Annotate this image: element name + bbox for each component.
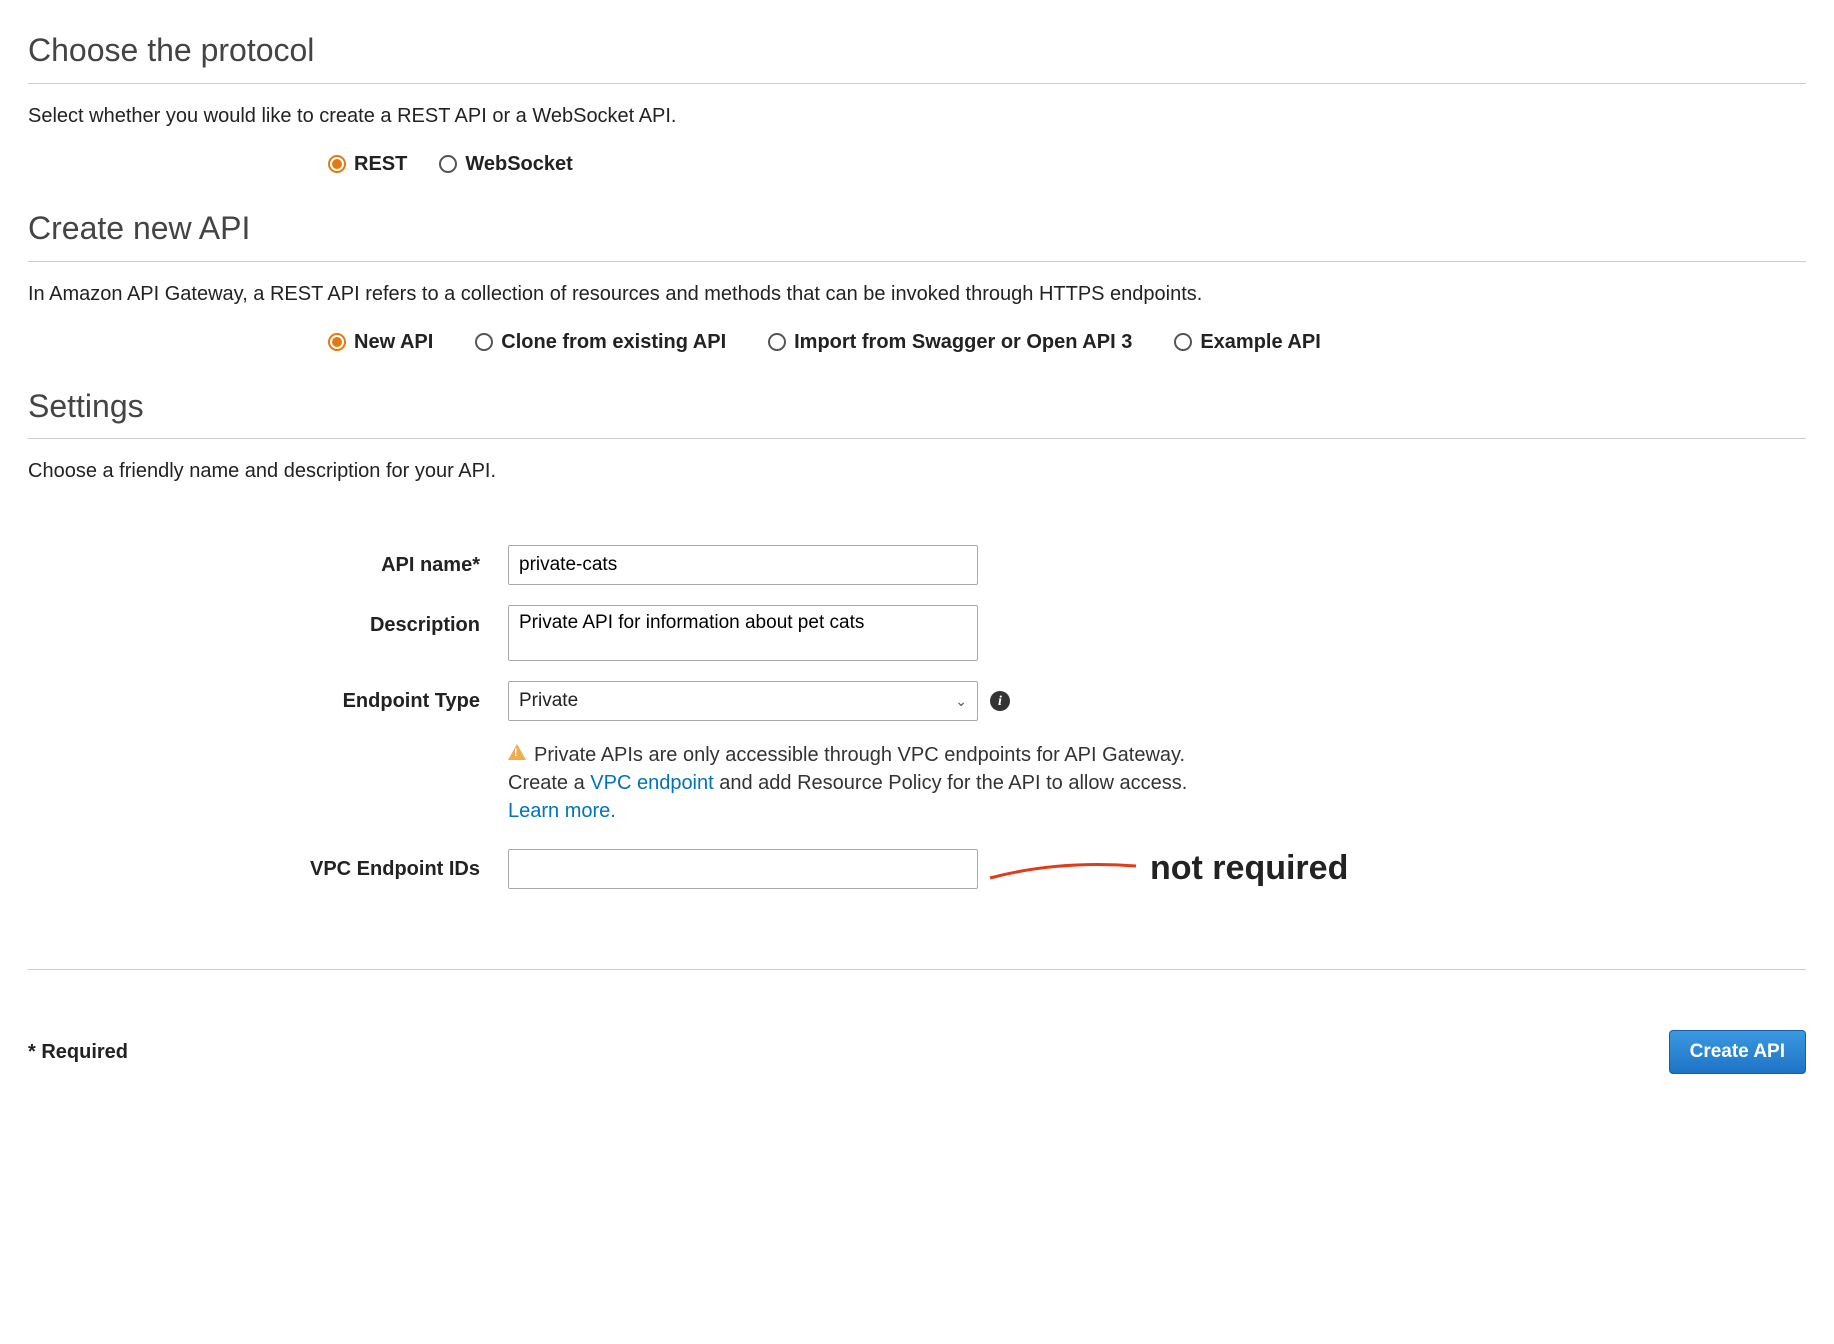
vpc-endpoint-ids-input[interactable] <box>508 849 978 889</box>
radio-websocket-label: WebSocket <box>465 150 572 178</box>
endpoint-type-value: Private <box>519 688 578 715</box>
radio-rest-label: REST <box>354 150 407 178</box>
radio-websocket[interactable]: WebSocket <box>439 150 572 178</box>
vpc-endpoint-link[interactable]: VPC endpoint <box>590 772 713 794</box>
warning-text-2a: Create a <box>508 772 590 794</box>
divider <box>28 83 1806 84</box>
radio-icon <box>328 155 346 173</box>
api-name-input[interactable] <box>508 545 978 585</box>
divider <box>28 438 1806 439</box>
divider <box>28 969 1806 970</box>
radio-clone-label: Clone from existing API <box>501 328 726 356</box>
radio-import-label: Import from Swagger or Open API 3 <box>794 328 1132 356</box>
radio-icon <box>328 333 346 351</box>
warning-text-2b: and add Resource Policy for the API to a… <box>714 772 1188 794</box>
required-note: * Required <box>28 1038 128 1066</box>
annotation-arrow-icon <box>988 854 1138 884</box>
annotation-text: not required <box>1150 845 1348 893</box>
label-vpc-endpoint-ids: VPC Endpoint IDs <box>28 849 508 883</box>
radio-icon <box>439 155 457 173</box>
protocol-desc: Select whether you would like to create … <box>28 102 1806 130</box>
radio-example[interactable]: Example API <box>1174 328 1320 356</box>
annotation: not required <box>988 845 1348 893</box>
learn-more-link[interactable]: Learn more. <box>508 800 616 822</box>
chevron-down-icon: ⌄ <box>955 692 967 712</box>
footer: * Required Create API <box>28 1030 1806 1074</box>
settings-heading: Settings <box>28 384 1806 429</box>
endpoint-warning: Private APIs are only accessible through… <box>508 741 1328 825</box>
settings-desc: Choose a friendly name and description f… <box>28 457 1806 485</box>
row-endpoint-type: Endpoint Type Private ⌄ i <box>28 681 1806 721</box>
radio-example-label: Example API <box>1200 328 1320 356</box>
create-radio-group: New API Clone from existing API Import f… <box>328 328 1806 356</box>
radio-import[interactable]: Import from Swagger or Open API 3 <box>768 328 1132 356</box>
create-api-button[interactable]: Create API <box>1669 1030 1806 1074</box>
row-api-name: API name* <box>28 545 1806 585</box>
create-heading: Create new API <box>28 206 1806 251</box>
radio-rest[interactable]: REST <box>328 150 407 178</box>
radio-icon <box>768 333 786 351</box>
protocol-heading: Choose the protocol <box>28 28 1806 73</box>
endpoint-type-select[interactable]: Private ⌄ <box>508 681 978 721</box>
label-description: Description <box>28 605 508 639</box>
radio-icon <box>475 333 493 351</box>
radio-clone[interactable]: Clone from existing API <box>475 328 726 356</box>
divider <box>28 261 1806 262</box>
warning-icon <box>508 744 526 760</box>
row-vpc-endpoint-ids: VPC Endpoint IDs not required <box>28 849 1806 889</box>
label-endpoint-type: Endpoint Type <box>28 681 508 715</box>
radio-new-api[interactable]: New API <box>328 328 433 356</box>
protocol-radio-group: REST WebSocket <box>328 150 1806 178</box>
create-desc: In Amazon API Gateway, a REST API refers… <box>28 280 1806 308</box>
warning-text-1: Private APIs are only accessible through… <box>534 741 1185 769</box>
description-input[interactable]: Private API for information about pet ca… <box>508 605 978 661</box>
radio-icon <box>1174 333 1192 351</box>
radio-new-label: New API <box>354 328 433 356</box>
row-description: Description Private API for information … <box>28 605 1806 661</box>
info-icon[interactable]: i <box>990 691 1010 711</box>
label-api-name: API name* <box>28 545 508 579</box>
